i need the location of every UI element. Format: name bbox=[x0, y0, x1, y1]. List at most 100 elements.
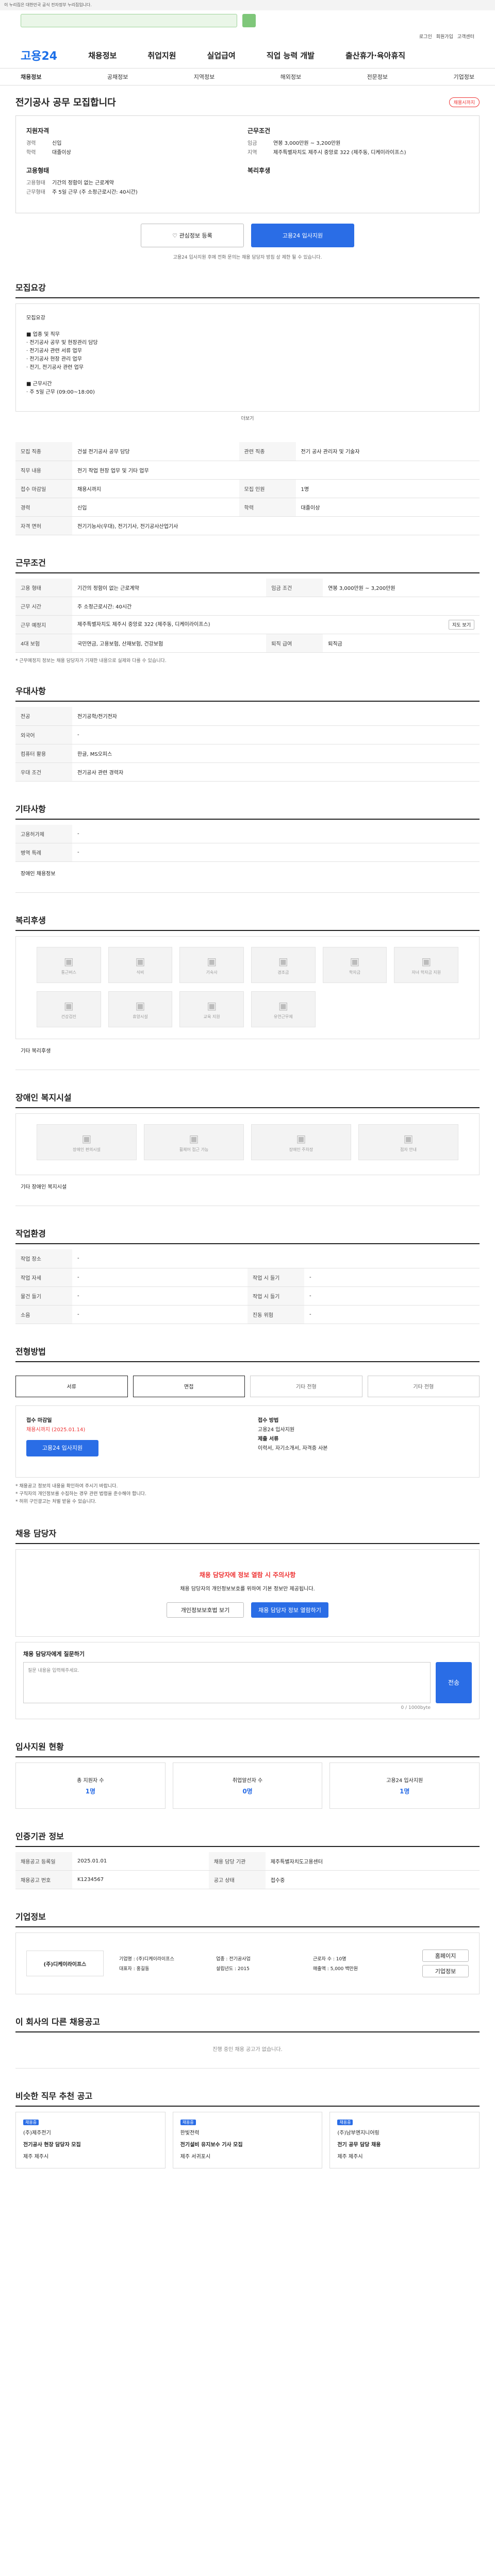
disabled-item: ▣ 점자 안내 bbox=[358, 1124, 458, 1160]
scrap-button[interactable]: ♡ 관심정보 등록 bbox=[141, 224, 244, 247]
apply-submit-button[interactable]: 고용24 입사지원 bbox=[26, 1439, 98, 1456]
company-info: 기업명 : (주)디케이라이프스 업종 : 전기공사업 근로자 수 : 10명 … bbox=[119, 1955, 407, 1972]
detail-section: 모집요강 모집요강 ■ 업종 및 직무 · 전기공사 공무 및 현장관리 담당 … bbox=[15, 281, 480, 421]
company-field: 매출액 : 5,000 백만원 bbox=[313, 1967, 358, 1972]
prefer-section: 우대사항 전공 전기공학/전기전자 외국어 - 컴퓨터 활용 한글, MS오피스 우대… bbox=[15, 684, 480, 782]
search-input[interactable] bbox=[21, 14, 237, 27]
login-link[interactable]: 로그인 bbox=[419, 33, 432, 40]
map-button[interactable]: 지도 보기 bbox=[449, 620, 474, 630]
apply-button[interactable]: 고용24 입사지원 bbox=[251, 224, 354, 247]
card-location: 제주 제주시 bbox=[23, 2154, 49, 2160]
bus-icon: ▣ bbox=[63, 955, 74, 968]
question-textarea[interactable]: 질문 내용을 입력해주세요. bbox=[23, 1662, 431, 1703]
table-row: 근무 시간 주 소정근로시간: 40시간 bbox=[15, 597, 480, 616]
stat-card: 취업알선자 수 0명 bbox=[172, 1762, 323, 1809]
environment-table: 작업 장소 - 작업 자세 - 작업 시 들기 - 물건 들기 - 작업 시 들기 - 소음 -… bbox=[15, 1249, 480, 1324]
table-value: - bbox=[72, 725, 480, 744]
table-key: 고용허가제 bbox=[15, 824, 72, 843]
sub-nav-item[interactable]: 채용정보 bbox=[21, 73, 41, 81]
view-manager-button[interactable]: 채용 담당자 정보 열람하기 bbox=[251, 1602, 328, 1618]
disabled-label: 장애인 주차장 bbox=[289, 1147, 314, 1152]
nav-item[interactable]: 출산휴가·육아휴직 bbox=[345, 50, 405, 61]
card-title: 전기설비 유지보수 기사 모집 bbox=[180, 2142, 243, 2148]
table-value: 기간의 정함이 없는 근로계약 bbox=[72, 578, 267, 597]
method-step: 서류 bbox=[15, 1375, 128, 1397]
table-value: - bbox=[72, 1305, 248, 1324]
table-value: 신입 bbox=[72, 498, 239, 517]
disabled-other: 기타 장애인 복지시설 bbox=[15, 1175, 480, 1206]
disabled-job-link[interactable]: 장애인 채용정보 bbox=[15, 862, 480, 893]
table-row: 병역 특례 - bbox=[15, 843, 480, 862]
apply-note: 고용24 입사지원 후에 전화 문의는 채용 담당자 방침 상 제한 될 수 있… bbox=[173, 255, 322, 260]
nav-item[interactable]: 채용정보 bbox=[88, 50, 117, 61]
table-value: 한글, MS오피스 bbox=[72, 744, 480, 763]
apply-way: 고용24 입사지원 bbox=[258, 1427, 295, 1433]
cap-icon: ▣ bbox=[421, 955, 432, 968]
table-key: 고용 형태 bbox=[15, 578, 72, 597]
table-value: - bbox=[72, 824, 480, 843]
section-heading: 복리후생 bbox=[15, 913, 480, 931]
nav-item[interactable]: 직업 능력 개발 bbox=[267, 50, 315, 61]
more-button[interactable]: 더보기 bbox=[15, 415, 480, 421]
table-value: 전기 작업 현장 업무 및 기타 업무 bbox=[72, 461, 480, 480]
field-value: (주)디케이라이프스 bbox=[136, 1957, 174, 1962]
table-key: 직무 내용 bbox=[15, 461, 72, 480]
table-value: - bbox=[72, 1286, 248, 1306]
field-key: 기업명 bbox=[119, 1957, 132, 1962]
company-info-button[interactable]: 기업정보 bbox=[422, 1965, 469, 1977]
recommend-card[interactable]: 채용중 (주)남부엔지니어링 전기 공무 담당 채용 제주 제주시 bbox=[329, 2112, 480, 2168]
stats-section: 입사지원 현황 총 지원자 수 1명 취업알선자 수 0명 고용24 입사지원 1명 bbox=[15, 1740, 480, 1809]
note-line: * 허위 구인광고는 처벌 받을 수 있습니다. bbox=[15, 1499, 97, 1504]
summary-heading: 복리후생 bbox=[248, 167, 271, 174]
method-section: 전형방법 서류 면접 기타 전형 기타 전형 접수 마감일 채용시까지 (202… bbox=[15, 1345, 480, 1506]
manager-section: 채용 담당자 채용 담당자에 정보 열람 시 주의사항 채용 담당자의 개인정보… bbox=[15, 1527, 480, 1719]
table-key: 외국어 bbox=[15, 725, 72, 744]
nav-item[interactable]: 실업급여 bbox=[207, 50, 236, 61]
table-key: 컴퓨터 활용 bbox=[15, 744, 72, 763]
table-row: 고용 형태 기간의 정함이 없는 근로계약 임금 조건 연봉 3,000만원 ~ 3,… bbox=[15, 578, 480, 597]
apply-docs: 이력서, 자기소개서, 자격증 사본 bbox=[258, 1445, 328, 1451]
welfare-item: ▣ 식비 bbox=[108, 947, 173, 983]
recommend-card[interactable]: 채용중 (주)제주전기 전기공사 현장 담당자 모집 제주 제주시 bbox=[15, 2112, 166, 2168]
table-value: - bbox=[72, 843, 480, 862]
sub-nav-item[interactable]: 지역정보 bbox=[194, 73, 214, 81]
address-text: 제주특별자치도 제주시 중앙로 322 (제주동, 디케이라이프스) bbox=[77, 622, 210, 628]
field-value: 5,000 백만원 bbox=[330, 1967, 358, 1972]
homepage-button[interactable]: 홈페이지 bbox=[422, 1950, 469, 1962]
kv-key: 임금 bbox=[248, 141, 257, 146]
manager-desc: 채용 담당자의 개인정보보호를 위하여 기본 정보만 제공됩니다. bbox=[180, 1586, 315, 1592]
signup-link[interactable]: 회원가입 bbox=[436, 33, 453, 40]
company-field: 업종 : 전기공사업 bbox=[216, 1957, 251, 1962]
card-location: 제주 제주시 bbox=[337, 2154, 363, 2160]
table-key: 우대 조건 bbox=[15, 762, 72, 782]
sub-nav-item[interactable]: 전문정보 bbox=[367, 73, 388, 81]
stats-row: 총 지원자 수 1명 취업알선자 수 0명 고용24 입사지원 1명 bbox=[15, 1762, 480, 1809]
welfare-item: ▣ 통근버스 bbox=[37, 947, 101, 983]
field-value: 2015 bbox=[237, 1967, 250, 1972]
company-field: 대표자 : 홍길동 bbox=[119, 1967, 150, 1972]
recommend-card[interactable]: 채용중 한빛전력 전기설비 유지보수 기사 모집 제주 서귀포시 bbox=[172, 2112, 323, 2168]
table-value: 주 소정근로시간: 40시간 bbox=[72, 597, 480, 616]
welfare-item: ▣ 교육 지원 bbox=[179, 991, 244, 1027]
method-step: 기타 전형 bbox=[367, 1375, 480, 1397]
logo[interactable]: 고용24 bbox=[21, 47, 57, 63]
section-heading: 이 회사의 다른 채용공고 bbox=[15, 2015, 480, 2032]
help-link[interactable]: 고객센터 bbox=[457, 33, 474, 40]
table-row: 직무 내용 전기 작업 현장 업무 및 기타 업무 bbox=[15, 461, 480, 480]
sub-nav-item[interactable]: 공채정보 bbox=[107, 73, 128, 81]
table-key: 근무 예정지 bbox=[15, 615, 72, 634]
sub-nav-item[interactable]: 해외정보 bbox=[280, 73, 301, 81]
nav-item[interactable]: 취업지원 bbox=[147, 50, 176, 61]
button-label: 관심정보 등록 bbox=[179, 232, 212, 239]
card-company: (주)제주전기 bbox=[23, 2130, 51, 2136]
search-bar bbox=[0, 10, 495, 31]
page-title: 전기공사 공무 모집합니다 bbox=[15, 97, 116, 108]
send-button[interactable]: 전송 bbox=[436, 1662, 472, 1703]
sub-nav-item[interactable]: 기업정보 bbox=[453, 73, 474, 81]
section-heading: 인증기관 정보 bbox=[15, 1829, 480, 1847]
apply-label: 제출 서류 bbox=[258, 1436, 279, 1442]
search-button[interactable] bbox=[242, 14, 256, 27]
kv-key: 경력 bbox=[26, 141, 36, 146]
privacy-button[interactable]: 개인정보보호법 보기 bbox=[167, 1602, 244, 1618]
utility-menu: 로그인 회원가입 고객센터 bbox=[0, 31, 495, 42]
